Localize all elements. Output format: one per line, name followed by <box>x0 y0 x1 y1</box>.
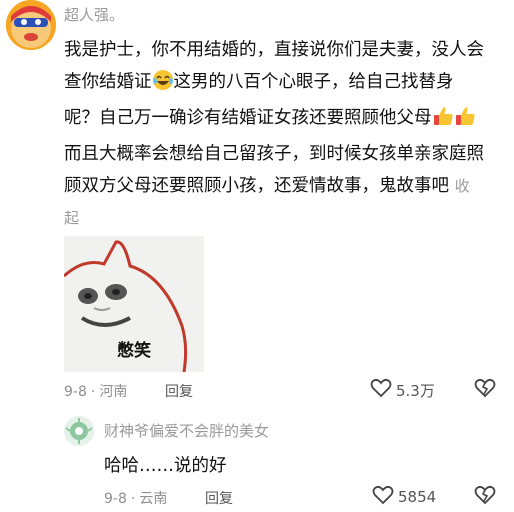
comment-meta: 9-8 · 河南 <box>64 384 128 400</box>
like-button[interactable]: 5.3万 <box>370 378 435 402</box>
thumbs-up-emoji-icon <box>432 105 454 138</box>
comment-username[interactable]: 超人强。 <box>64 4 124 25</box>
reply-meta: 9-8 · 云南 <box>104 491 168 507</box>
heart-outline-icon <box>370 378 392 402</box>
like-count: 5.3万 <box>396 381 435 400</box>
reply-date: 9-8 <box>104 491 127 507</box>
broken-heart-icon <box>474 378 496 402</box>
laughing-crying-emoji-icon <box>152 69 174 102</box>
reply-location: 云南 <box>139 491 168 507</box>
reply-dislike-button[interactable] <box>474 485 496 509</box>
reply-username[interactable]: 财神爷偏爱不会胖的美女 <box>104 420 269 441</box>
meme-caption: 憋笑 <box>117 341 151 361</box>
heart-outline-icon <box>372 485 394 509</box>
reply-like-button[interactable]: 5854 <box>372 485 436 509</box>
user-avatar[interactable] <box>6 0 56 50</box>
broken-heart-icon <box>474 485 496 509</box>
reply-button[interactable]: 回复 <box>165 381 193 401</box>
reply-reply-button[interactable]: 回复 <box>205 488 233 508</box>
reply-body: 哈哈……说的好 <box>104 456 227 476</box>
comment-date: 9-8 <box>64 384 87 400</box>
reply-user-avatar[interactable] <box>64 416 94 446</box>
comment-text-part3: 而且大概率会想给自己留孩子，到时候女孩单亲家庭照顾双方父母还要照顾小孩，还爱情故… <box>64 144 484 196</box>
reply-like-count: 5854 <box>398 488 437 506</box>
comment-location: 河南 <box>99 384 128 400</box>
thumbs-up-emoji-icon <box>454 105 476 138</box>
meme-image[interactable]: 憋笑 <box>64 236 204 372</box>
comment-body: 我是护士，你不用结婚的，直接说你们是夫妻，没人会查你结婚证 这男的八百个心眼子，给… <box>64 34 484 234</box>
dislike-button[interactable] <box>474 378 496 402</box>
